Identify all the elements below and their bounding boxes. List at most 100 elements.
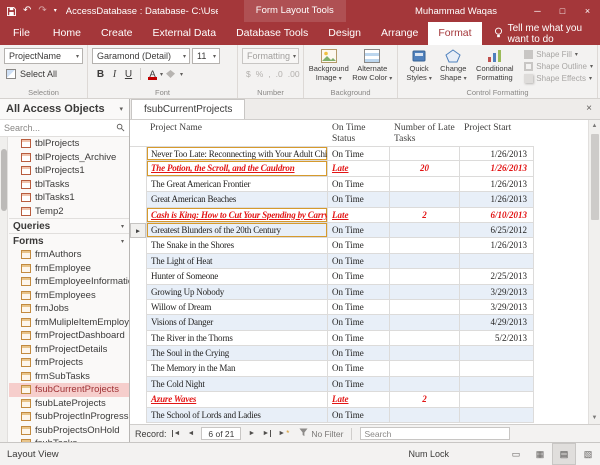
table-row[interactable]: Never Too Late: Reconnecting with Your A… [130,146,534,161]
table-row[interactable]: Cash is King: How to Cut Your Spending b… [130,208,534,223]
status-cell[interactable]: On Time [328,177,390,192]
nav-item-frmProjectDetails[interactable]: frmProjectDetails [9,343,129,357]
column-header-start[interactable]: Project Start [460,120,534,146]
record-search-box[interactable] [360,427,510,440]
late-tasks-cell[interactable] [390,177,460,192]
column-header-late[interactable]: Number of Late Tasks [390,120,460,146]
filter-indicator[interactable]: No Filter [299,428,343,439]
object-selector-combo[interactable]: ProjectName ▾ [4,48,83,64]
status-cell[interactable]: On Time [328,408,390,423]
start-date-cell[interactable] [460,361,534,376]
late-tasks-cell[interactable] [390,361,460,376]
document-close-icon[interactable]: × [578,99,600,119]
status-cell[interactable]: On Time [328,269,390,284]
record-search-input[interactable] [364,429,506,439]
ribbon-tab-design[interactable]: Design [318,22,371,45]
late-tasks-cell[interactable] [390,300,460,315]
start-date-cell[interactable] [460,408,534,423]
project-name-cell[interactable]: Hunter of Someone [146,269,328,284]
start-date-cell[interactable]: 5/2/2013 [460,331,534,346]
late-tasks-cell[interactable] [390,146,460,161]
bold-button[interactable]: B [94,67,107,81]
late-tasks-cell[interactable] [390,331,460,346]
nav-item-frmJobs[interactable]: frmJobs [9,302,129,316]
status-cell[interactable]: On Time [328,300,390,315]
first-record-button[interactable]: ◄ [170,430,183,437]
project-name-cell[interactable]: The Light of Heat [146,254,328,269]
project-name-cell[interactable]: The School of Lords and Ladies [146,408,328,423]
datasheet-view-button[interactable]: ▦ [528,443,552,465]
project-name-cell[interactable]: The River in the Thorns [146,331,328,346]
nav-item-tblProjects1[interactable]: tblProjects1 [9,164,129,178]
start-date-cell[interactable]: 2/25/2013 [460,269,534,284]
project-name-cell[interactable]: Willow of Dream [146,300,328,315]
start-date-cell[interactable]: 3/29/2013 [460,285,534,300]
late-tasks-cell[interactable] [390,315,460,330]
design-view-button[interactable]: ▧ [576,443,600,465]
project-name-cell[interactable]: Azure Waves [146,392,328,407]
vertical-scrollbar[interactable]: ▲ ▼ [588,120,600,424]
nav-item-tblProjects[interactable]: tblProjects [9,137,129,151]
start-date-cell[interactable]: 6/10/2013 [460,208,534,223]
font-size-combo[interactable]: 11 ▾ [192,48,220,64]
nav-item-frmEmployeeInformation[interactable]: frmEmployeeInformation [9,275,129,289]
project-name-cell[interactable]: Visions of Danger [146,315,328,330]
ribbon-tab-format[interactable]: Format [428,22,481,45]
nav-item-fsubLateProjects[interactable]: fsubLateProjects [9,397,129,411]
alternate-row-color-button[interactable]: Alternate Row Color ▾ [352,48,394,86]
project-name-cell[interactable]: Greatest Blunders of the 20th Century [146,223,328,238]
nav-item-frmEmployees[interactable]: frmEmployees [9,289,129,303]
project-name-cell[interactable]: Great American Beaches [146,192,328,207]
nav-item-fsubProjectInProgress[interactable]: fsubProjectInProgress [9,410,129,424]
next-record-button[interactable]: ► [246,430,257,437]
change-shape-button[interactable]: Change Shape ▾ [436,48,470,86]
project-name-cell[interactable]: The Memory in the Man [146,361,328,376]
font-color-button[interactable]: A [146,67,159,81]
status-cell[interactable]: Late [328,161,390,176]
project-name-cell[interactable]: The Great American Frontier [146,177,328,192]
start-date-cell[interactable]: 1/26/2013 [460,192,534,207]
tell-me-box[interactable]: Tell me what you want to do [482,22,600,45]
qat-customize-icon[interactable]: ▾ [54,8,57,14]
late-tasks-cell[interactable] [390,238,460,253]
table-row[interactable]: The Snake in the ShoresOn Time1/26/2013 [130,238,534,253]
save-icon[interactable] [7,7,16,16]
late-tasks-cell[interactable]: 2 [390,392,460,407]
conditional-formatting-button[interactable]: Conditional Formatting [470,48,519,86]
close-button[interactable]: × [575,0,600,22]
late-tasks-cell[interactable] [390,346,460,361]
start-date-cell[interactable]: 6/25/2012 [460,223,534,238]
nav-item-fsubProjectsOnHold[interactable]: fsubProjectsOnHold [9,424,129,438]
background-image-button[interactable]: Background Image ▾ [308,48,350,86]
late-tasks-cell[interactable] [390,192,460,207]
restore-button[interactable]: □ [550,0,575,22]
ribbon-tab-home[interactable]: Home [43,22,91,45]
search-icon[interactable] [116,119,125,137]
status-cell[interactable]: On Time [328,285,390,300]
user-name[interactable]: Muhammad Waqas [415,6,497,17]
underline-button[interactable]: U [122,67,135,81]
late-tasks-cell[interactable] [390,223,460,238]
start-date-cell[interactable]: 1/26/2013 [460,161,534,176]
late-tasks-cell[interactable]: 2 [390,208,460,223]
status-cell[interactable]: Late [328,392,390,407]
nav-scrollbar-thumb[interactable] [1,149,7,211]
start-date-cell[interactable] [460,377,534,392]
status-cell[interactable]: On Time [328,346,390,361]
nav-item-tblProjects_Archive[interactable]: tblProjects_Archive [9,151,129,165]
start-date-cell[interactable]: 4/29/2013 [460,315,534,330]
chevron-down-icon[interactable]: ▾ [119,105,123,113]
table-row[interactable]: Great American BeachesOn Time1/26/2013 [130,192,534,207]
minimize-button[interactable]: ─ [525,0,550,22]
ribbon-tab-create[interactable]: Create [91,22,143,45]
table-row[interactable]: Willow of DreamOn Time3/29/2013 [130,300,534,315]
table-row[interactable]: The Memory in the ManOn Time [130,361,534,376]
table-row[interactable]: The River in the ThornsOn Time5/2/2013 [130,331,534,346]
late-tasks-cell[interactable] [390,285,460,300]
form-view-button[interactable]: ▭ [504,443,528,465]
start-date-cell[interactable] [460,392,534,407]
project-name-cell[interactable]: Never Too Late: Reconnecting with Your A… [146,146,328,161]
ribbon-tab-file[interactable]: File [0,22,43,45]
nav-item-fsubCurrentProjects[interactable]: fsubCurrentProjects [9,383,129,397]
status-cell[interactable]: On Time [328,223,390,238]
